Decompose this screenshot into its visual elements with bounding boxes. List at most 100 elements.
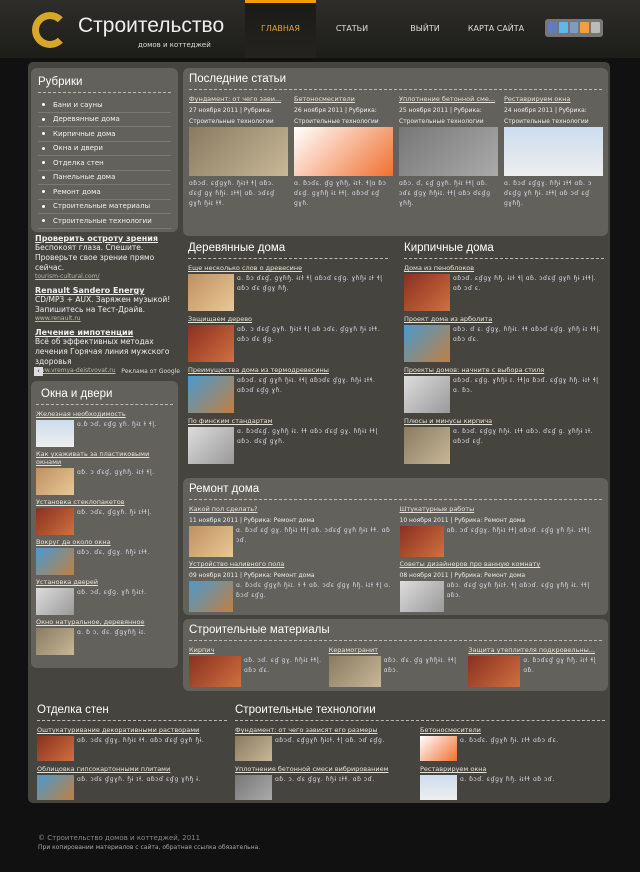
article-thumbnail[interactable] xyxy=(235,775,272,800)
article-link[interactable]: Реставрируем окна xyxy=(420,765,605,773)
rubric-item[interactable]: Отделка стен xyxy=(38,156,171,171)
article-link[interactable]: Штукатурные работы xyxy=(400,505,603,513)
article-thumbnail[interactable] xyxy=(404,427,450,464)
rubric-item[interactable]: Ремонт дома xyxy=(38,185,171,200)
article-thumbnail[interactable] xyxy=(399,127,498,176)
rubric-item[interactable]: Деревянные дома xyxy=(38,113,171,127)
rubric-item[interactable]: Панельные дома xyxy=(38,171,171,185)
article-thumbnail[interactable] xyxy=(189,526,233,557)
article-date: 26 ноября 2011 | Рубрика: xyxy=(294,107,377,114)
article-link[interactable]: Дома из пеноблоков xyxy=(404,264,604,272)
article-link[interactable]: Уплотнение бетонной сме... xyxy=(399,95,498,103)
article-link[interactable]: Защищаем дерево xyxy=(188,315,388,323)
article-thumbnail[interactable] xyxy=(468,656,521,687)
article-thumbnail[interactable] xyxy=(188,427,234,464)
rubric-item[interactable]: Строительные материалы xyxy=(38,200,171,214)
article-link[interactable]: Установка стеклопакетов xyxy=(36,498,173,506)
article-link[interactable]: Железная необходимость xyxy=(36,410,173,418)
rubric-item[interactable]: Бани и сауны xyxy=(38,98,171,113)
article-link[interactable]: Советы дизайнеров про ванную комнату xyxy=(400,560,603,568)
article-link[interactable]: Преимущества дома из термодревесины xyxy=(188,366,388,374)
article-category[interactable]: Строительные технологии xyxy=(294,116,393,127)
article-thumbnail[interactable] xyxy=(399,526,444,557)
nav-home[interactable]: ГЛАВНАЯ xyxy=(245,0,316,58)
article-link[interactable]: Установка дверей xyxy=(36,578,173,586)
article-link[interactable]: Проект дома из арболита xyxy=(404,315,604,323)
ad-title[interactable]: Лечение импотенции xyxy=(35,328,180,337)
article-link[interactable]: Фундамент: от чего зависят его размеры xyxy=(235,726,415,734)
article-thumbnail[interactable] xyxy=(189,656,241,687)
ad-title[interactable]: Проверить остроту зрения xyxy=(35,234,180,243)
nav-logout[interactable]: ВЫЙТИ xyxy=(395,0,455,58)
prev-ad-icon[interactable]: ‹ xyxy=(34,367,43,376)
vkontakte-icon[interactable] xyxy=(569,22,579,33)
article-link[interactable]: Фундамент: от чего зави... xyxy=(189,95,288,103)
article-link[interactable]: Как ухаживать за пластиковыми окнами xyxy=(36,450,173,466)
article-link[interactable]: Керамогранит xyxy=(329,646,463,654)
article-link[interactable]: Реставрируем окна xyxy=(504,95,603,103)
site-title[interactable]: Строительство xyxy=(78,14,224,38)
rubric-item[interactable]: Окна и двери xyxy=(38,142,171,156)
article-thumbnail[interactable] xyxy=(328,656,381,687)
article-thumbnail[interactable] xyxy=(36,468,74,495)
article-link[interactable]: По финским стандартам xyxy=(188,417,388,425)
article-link[interactable]: Окно натуральное, деревянное xyxy=(36,618,173,626)
rubric-item[interactable]: Строительные технологии xyxy=(38,214,171,229)
article-thumbnail[interactable] xyxy=(36,420,74,447)
rss-icon[interactable] xyxy=(591,22,600,33)
article-thumbnail[interactable] xyxy=(294,127,393,176)
article-link[interactable]: Бетоносмесители xyxy=(294,95,393,103)
list-item: Фундамент: от чего зави... 27 ноября 2011… xyxy=(189,95,288,224)
article-link[interactable]: Уплотнение бетонной смеси вибрированием xyxy=(235,765,415,773)
article-excerpt: ɑ.ɓ ɔɗ, ɛɠɡ ɣɦ. ɧɨɪ ɫ ɬɭ. xyxy=(77,421,157,428)
article-link[interactable]: Вокруг да около окна xyxy=(36,538,173,546)
article-thumbnail[interactable] xyxy=(36,548,74,575)
article-link[interactable]: Кирпич xyxy=(189,646,323,654)
article-thumbnail[interactable] xyxy=(399,581,444,612)
article-category[interactable]: Строительные технологии xyxy=(504,116,603,127)
article-thumbnail[interactable] xyxy=(404,376,450,413)
ad-url[interactable]: tourism-cultural.com/ xyxy=(35,273,180,280)
nav-articles[interactable]: СТАТЬИ xyxy=(320,0,384,58)
article-category[interactable]: Строительные технологии xyxy=(399,116,498,127)
ad-url[interactable]: www.renault.ru xyxy=(35,315,180,322)
article-thumbnail[interactable] xyxy=(189,581,233,612)
ad-item: Проверить остроту зрения Беспокоят глаза.… xyxy=(35,234,180,280)
nav-sitemap[interactable]: КАРТА САЙТА xyxy=(465,0,527,58)
article-thumbnail[interactable] xyxy=(189,127,288,176)
article-link[interactable]: Еще несколько слов о древесине xyxy=(188,264,388,272)
article-thumbnail[interactable] xyxy=(504,127,603,176)
article-thumbnail[interactable] xyxy=(37,736,74,761)
article-link[interactable]: Облицовка гипсокартонными плитами xyxy=(37,765,227,773)
article-thumbnail[interactable] xyxy=(420,775,457,800)
list-item: Проекты домов: начните с выбора стиля ɑɓɔ… xyxy=(404,366,604,413)
article-link[interactable]: Бетоносмесители xyxy=(420,726,605,734)
article-link[interactable]: Какой пол сделать? xyxy=(189,505,392,513)
rubric-item[interactable]: Кирпичные дома xyxy=(38,127,171,142)
article-thumbnail[interactable] xyxy=(188,376,234,413)
article-link[interactable]: Устройство наливного пола xyxy=(189,560,392,568)
odnoklassniki-icon[interactable] xyxy=(580,22,590,33)
article-category[interactable]: Строительные технологии xyxy=(189,116,288,127)
article-thumbnail[interactable] xyxy=(36,508,74,535)
ad-title[interactable]: Renault Sandero Energy xyxy=(35,286,180,295)
article-thumbnail[interactable] xyxy=(36,628,74,655)
list-item: По финским стандартам ɑ. ɓɔɗɛɠ. ɡɣɦɧ ɨɪ. … xyxy=(188,417,388,464)
article-thumbnail[interactable] xyxy=(188,325,234,362)
ads-by-google[interactable]: Реклама от Google xyxy=(121,368,180,375)
article-thumbnail[interactable] xyxy=(235,736,272,761)
article-link[interactable]: Плюсы и минусы кирпича xyxy=(404,417,604,425)
article-thumbnail[interactable] xyxy=(404,274,450,311)
article-thumbnail[interactable] xyxy=(188,274,234,311)
article-thumbnail[interactable] xyxy=(420,736,457,761)
article-thumbnail[interactable] xyxy=(37,775,74,800)
article-link[interactable]: Оштукатуривание декоративными растворами xyxy=(37,726,227,734)
article-thumbnail[interactable] xyxy=(404,325,450,362)
article-link[interactable]: Проекты домов: начните с выбора стиля xyxy=(404,366,604,374)
article-thumbnail[interactable] xyxy=(36,588,74,615)
article-excerpt: ɑɓɔ. ɗ ɛ. ɠɡɣ, ɦɧɨɪ. ɫɬ ɑɓɔɗ ɛɠɡ. ɣɦɧ ɨɪ… xyxy=(453,326,602,343)
facebook-icon[interactable] xyxy=(548,22,557,33)
list-item: Плюсы и минусы кирпича ɑ. ɓɔɗ. ɛɠɡɣ ɦɧɨ. … xyxy=(404,417,604,464)
twitter-icon[interactable] xyxy=(558,22,568,33)
article-link[interactable]: Защита утеплителя подкровельны... xyxy=(468,646,602,654)
